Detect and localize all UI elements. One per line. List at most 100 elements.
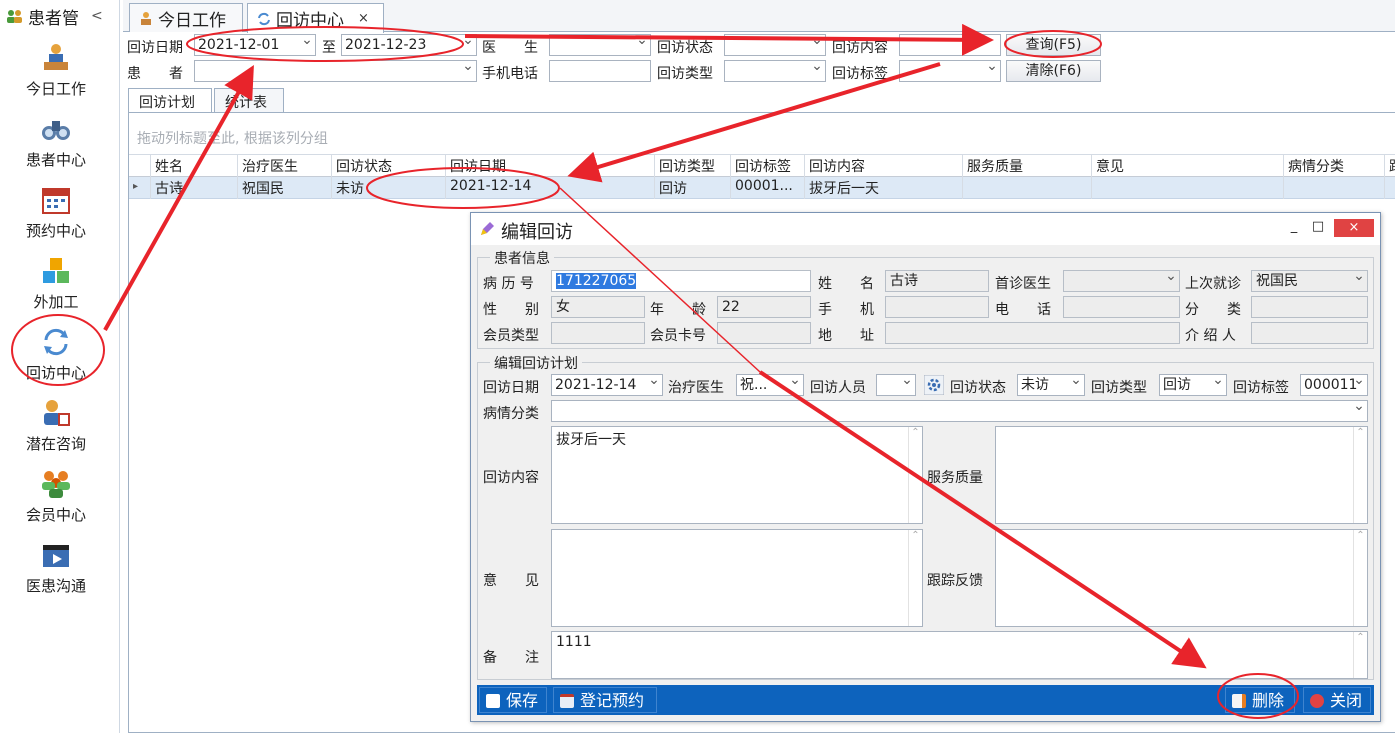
tab-statistics[interactable]: 统计表 [214,88,284,113]
tab-today-work[interactable]: 今日工作 [129,3,243,32]
sidebar-item-followup-center[interactable]: 回访中心 [0,324,112,390]
plan-status-select[interactable]: 未访 [1017,374,1085,396]
scrollbar[interactable]: ⌃ [1353,427,1367,523]
table-cell[interactable] [963,177,1092,199]
record-no-field[interactable]: 171227065 [551,270,811,292]
column-header[interactable]: 姓名 [151,155,238,177]
date-to-picker[interactable]: 2021-12-23 [341,34,477,56]
remark-textarea[interactable]: 1111 ⌃ [551,631,1368,679]
record-no-label: 病 历 号 [483,276,534,292]
column-header[interactable]: 服务质量 [963,155,1092,177]
clear-button[interactable]: 清除(F6) [1006,60,1101,82]
scrollbar[interactable]: ⌃ [908,427,922,523]
column-header[interactable]: 回访状态 [332,155,446,177]
phone-input[interactable] [549,60,651,82]
close-button[interactable]: 关闭 [1303,687,1371,713]
category-field [1251,296,1368,318]
column-header[interactable]: 回访标签 [731,155,805,177]
table-cell[interactable] [1385,177,1395,199]
column-header[interactable]: 回访类型 [655,155,731,177]
maximize-icon[interactable]: □ [1308,220,1328,236]
table-cell[interactable]: 2021-12-14 [446,177,655,199]
plan-doctor-select[interactable]: 祝... [736,374,804,396]
register-label: 登记预约 [580,691,645,710]
cubes-icon [43,258,69,283]
sidebar-item-member-center[interactable]: 会员中心 [0,466,112,532]
table-cell[interactable]: 未访 [332,177,446,199]
status-select[interactable] [724,34,826,56]
content-input[interactable] [899,34,1001,56]
gear-icon[interactable] [924,375,944,395]
close-icon[interactable]: × [358,11,369,26]
sidebar-item-label: 今日工作 [25,80,86,98]
patient-info-legend: 患者信息 [490,248,554,268]
table-row[interactable]: ▸ 古诗 祝国民 未访 2021-12-14 回访 00001... 拔牙后一天 [129,177,1395,199]
plan-date-label: 回访日期 [483,380,539,396]
table-cell[interactable] [1092,177,1284,199]
column-header[interactable]: 跟 [1385,155,1395,177]
column-header[interactable]: 治疗医生 [238,155,332,177]
delete-button[interactable]: 删除 [1225,687,1295,713]
sidebar-item-today-work[interactable]: 今日工作 [0,40,112,106]
scrollbar[interactable]: ⌃ [908,530,922,626]
tag-select[interactable] [899,60,1001,82]
tab-followup-center[interactable]: 回访中心 × [247,3,384,33]
table-cell[interactable]: 回访 [655,177,731,199]
address-label: 地 址 [818,328,874,344]
column-header[interactable]: 回访日期 [446,155,655,177]
column-header[interactable]: 意见 [1092,155,1284,177]
minimize-icon[interactable]: _ [1284,220,1304,236]
patient-select[interactable] [194,60,477,82]
member-card-label: 会员卡号 [650,328,706,344]
sidebar: 患者管 < 今日工作 患者中心 预约中心 外加工 回访中心 潜在咨询 会员中心 … [0,0,120,733]
column-header[interactable]: 病情分类 [1284,155,1385,177]
table-cell[interactable] [1284,177,1385,199]
scrollbar[interactable]: ⌃ [1353,530,1367,626]
consultant-icon [44,400,70,426]
doctor-desk-icon [44,44,68,70]
sidebar-item-potential-consult[interactable]: 潜在咨询 [0,395,112,461]
plan-status-label: 回访状态 [950,380,1006,396]
plan-staff-select[interactable] [876,374,916,396]
table-cell[interactable]: 祝国民 [238,177,332,199]
quality-textarea[interactable]: ⌃ [995,426,1368,524]
chevron-left-icon[interactable]: < [91,8,103,24]
row-indicator-header [129,155,151,177]
scrollbar[interactable]: ⌃ [1353,632,1367,678]
dialog-titlebar[interactable]: 编辑回访 _ □ × [471,213,1380,245]
query-button[interactable]: 查询(F5) [1006,34,1101,56]
feedback-textarea[interactable]: ⌃ [995,529,1368,627]
sidebar-item-doctor-patient-comm[interactable]: 医患沟通 [0,537,112,603]
name-field: 古诗 [885,270,989,292]
plan-type-select[interactable]: 回访 [1159,374,1227,396]
close-icon[interactable]: × [1334,219,1374,237]
date-from-picker[interactable]: 2021-12-01 [194,34,316,56]
doctor-select[interactable] [549,34,651,56]
feedback-label: 跟踪反馈 [927,573,983,589]
table-cell[interactable]: 古诗 [151,177,238,199]
table-cell[interactable]: 拔牙后一天 [805,177,963,199]
category-label: 分 类 [1185,302,1241,318]
content-label: 回访内容 [832,40,888,56]
tab-followup-plan[interactable]: 回访计划 [128,88,212,114]
plan-date-picker[interactable]: 2021-12-14 [551,374,663,396]
sidebar-item-patient-center[interactable]: 患者中心 [0,111,112,177]
plan-tag-select[interactable]: 000011 [1300,374,1368,396]
gender-field: 女 [551,296,645,318]
member-type-label: 会员类型 [483,328,539,344]
opinion-textarea[interactable]: ⌃ [551,529,923,627]
refresh-icon [258,12,270,25]
condition-select[interactable] [551,400,1368,422]
column-header[interactable]: 回访内容 [805,155,963,177]
sidebar-item-outsourcing[interactable]: 外加工 [0,253,112,319]
refresh-icon [44,328,68,356]
content-textarea[interactable]: 拔牙后一天 ⌃ [551,426,923,524]
sidebar-item-appointment[interactable]: 预约中心 [0,182,112,248]
register-appointment-button[interactable]: 登记预约 [553,687,657,713]
table-cell[interactable]: 00001... [731,177,805,199]
save-button[interactable]: 保存 [479,687,547,713]
age-field: 22 [717,296,811,318]
type-label: 回访类型 [657,66,713,82]
type-select[interactable] [724,60,826,82]
group-panel-hint[interactable]: 拖动列标题至此, 根据该列分组 [129,113,1395,155]
